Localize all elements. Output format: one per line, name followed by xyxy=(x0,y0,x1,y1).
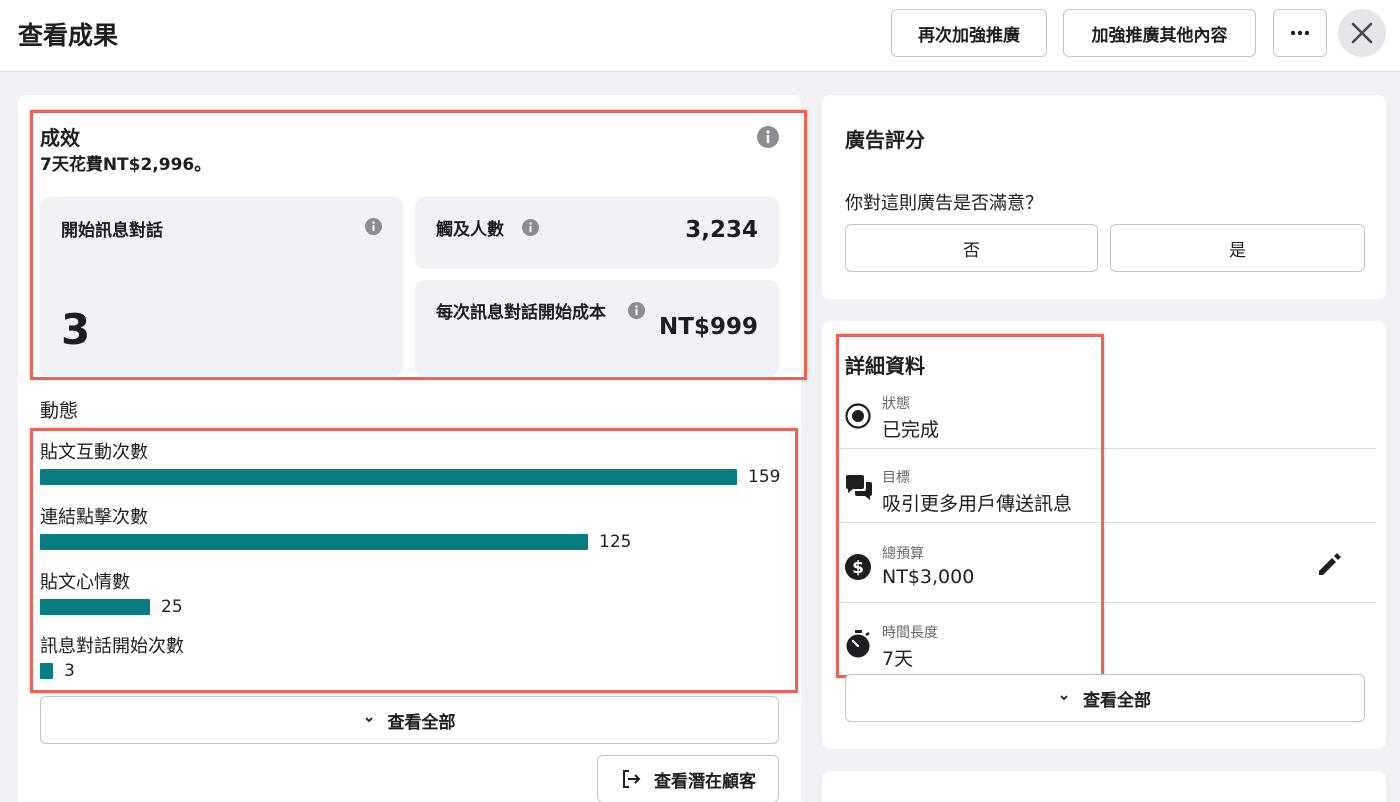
activity-bar xyxy=(40,599,150,615)
metric-label: 開始訊息對話 xyxy=(61,221,163,241)
detail-label: 時間長度 xyxy=(882,625,938,641)
view-all-details-button[interactable]: 查看全部 xyxy=(845,674,1365,722)
stopwatch-icon xyxy=(846,630,870,658)
page-header: 查看成果 再次加強推廣 加強推廣其他內容 xyxy=(0,0,1400,72)
rating-yes-button[interactable]: 是 xyxy=(1110,224,1365,272)
page-title: 查看成果 xyxy=(18,21,119,50)
divider xyxy=(836,448,1376,449)
info-icon[interactable] xyxy=(757,126,779,148)
metric-label: 每次訊息對話開始成本 xyxy=(436,303,606,323)
metric-value: 3,234 xyxy=(685,217,758,243)
view-leads-button[interactable]: 查看潛在顧客 xyxy=(597,755,779,802)
close-button[interactable] xyxy=(1338,9,1386,57)
activity-value: 125 xyxy=(599,532,632,552)
metric-value: 3 xyxy=(61,305,91,354)
metric-label: 觸及人數 xyxy=(436,220,504,240)
next-card xyxy=(822,771,1386,802)
dollar-icon: $ xyxy=(845,554,871,580)
exit-icon xyxy=(623,770,641,788)
activity-label: 連結點擊次數 xyxy=(40,507,148,528)
reach-metric: 觸及人數 3,234 xyxy=(415,197,779,269)
detail-row-status: 狀態 已完成 xyxy=(836,390,1376,448)
button-label: 查看全部 xyxy=(1083,690,1151,711)
button-label: 查看潛在顧客 xyxy=(654,771,756,792)
chat-bubbles-icon xyxy=(846,475,872,500)
performance-title: 成效 xyxy=(40,126,80,150)
divider xyxy=(836,522,1376,523)
activity-bar xyxy=(40,534,588,550)
divider xyxy=(836,602,1376,603)
metric-value: NT$999 xyxy=(659,314,758,340)
info-icon[interactable] xyxy=(522,219,539,236)
ad-rating-question: 你對這則廣告是否滿意？ xyxy=(845,193,1043,214)
detail-label: 目標 xyxy=(882,470,910,486)
svg-text:$: $ xyxy=(852,558,864,578)
button-label: 查看全部 xyxy=(387,712,456,733)
detail-value: 7天 xyxy=(882,648,914,670)
activity-label: 訊息對話開始次數 xyxy=(40,636,184,657)
activity-value: 159 xyxy=(748,467,781,487)
more-horizontal-icon xyxy=(1290,30,1310,36)
detail-value: NT$3,000 xyxy=(882,566,975,588)
close-icon xyxy=(1351,22,1373,44)
info-icon[interactable] xyxy=(628,302,645,319)
chevron-down-icon xyxy=(364,717,373,723)
performance-spend-summary: 7天花費NT$2,996。 xyxy=(40,155,212,175)
detail-row-budget: $ 總預算 NT$3,000 xyxy=(836,540,1376,602)
status-radio-icon xyxy=(845,403,871,429)
boost-again-button[interactable]: 再次加強推廣 xyxy=(891,9,1047,57)
activity-bar xyxy=(40,469,737,485)
detail-label: 狀態 xyxy=(882,396,910,412)
info-icon[interactable] xyxy=(365,218,382,235)
detail-row-duration: 時間長度 7天 xyxy=(836,619,1376,674)
chevron-down-icon xyxy=(1060,695,1068,701)
activity-label: 貼文心情數 xyxy=(40,572,130,593)
detail-row-objective: 目標 吸引更多用戶傳送訊息 xyxy=(836,464,1376,522)
detail-value: 已完成 xyxy=(882,419,940,441)
activity-value: 25 xyxy=(161,597,183,617)
boost-other-content-button[interactable]: 加強推廣其他內容 xyxy=(1063,9,1256,57)
edit-pencil-icon[interactable] xyxy=(1316,551,1342,577)
messaging-conversations-metric: 開始訊息對話 3 xyxy=(40,197,403,377)
view-all-activity-button[interactable]: 查看全部 xyxy=(40,696,779,744)
more-options-button[interactable] xyxy=(1273,9,1327,57)
activity-title: 動態 xyxy=(40,400,79,422)
detail-label: 總預算 xyxy=(882,546,924,562)
details-title: 詳細資料 xyxy=(845,354,925,378)
rating-no-button[interactable]: 否 xyxy=(845,224,1098,272)
activity-value: 3 xyxy=(64,661,75,681)
detail-value: 吸引更多用戶傳送訊息 xyxy=(882,493,1073,515)
cost-per-conversation-metric: 每次訊息對話開始成本 NT$999 xyxy=(415,280,779,377)
ad-rating-title: 廣告評分 xyxy=(845,128,925,152)
activity-label: 貼文互動次數 xyxy=(40,442,148,463)
activity-bar xyxy=(40,663,53,679)
